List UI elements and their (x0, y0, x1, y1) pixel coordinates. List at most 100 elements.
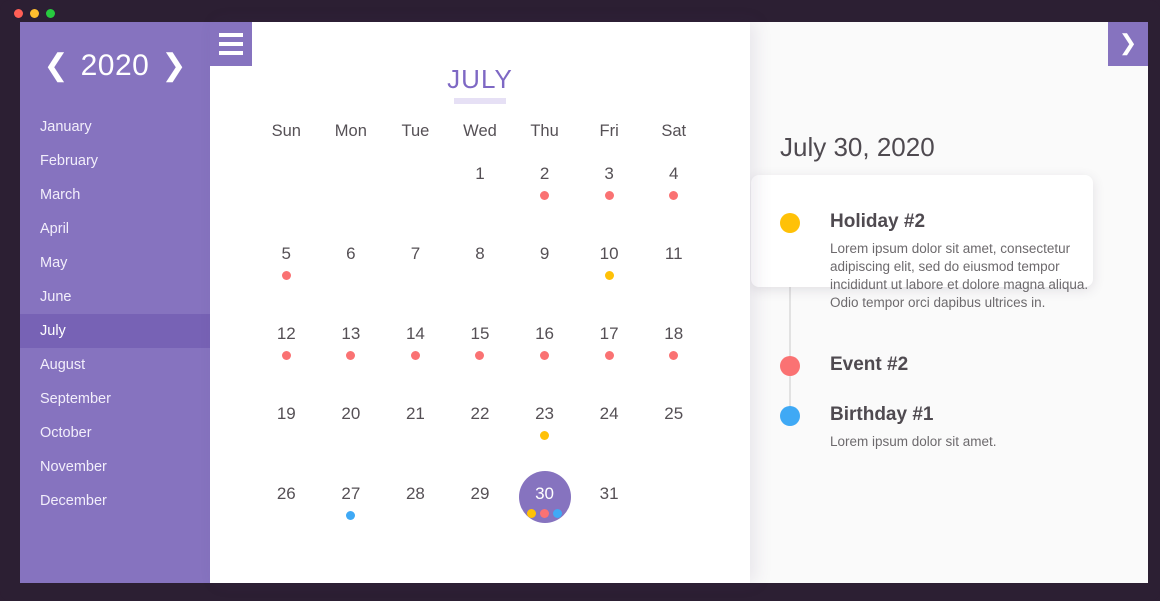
day-cell[interactable]: 21 (383, 403, 448, 483)
day-number: 22 (470, 404, 490, 423)
day-cell[interactable]: 28 (383, 483, 448, 563)
day-cell[interactable]: 30 (512, 471, 577, 563)
page-title: JULY (447, 64, 513, 94)
event-dot (669, 351, 679, 360)
day-number: 16 (535, 324, 555, 343)
year-navigator: ❮ 2020 ❯ (20, 22, 210, 110)
sidebar-item-january[interactable]: January (20, 110, 210, 144)
day-cell[interactable]: 3 (577, 163, 642, 243)
day-event-dots (669, 351, 679, 360)
sidebar-item-label: July (40, 323, 66, 339)
sidebar-item-april[interactable]: April (20, 212, 210, 246)
day-cell-empty (383, 163, 448, 243)
event-dot (604, 351, 614, 360)
day-cell[interactable]: 18 (641, 323, 706, 403)
day-cell[interactable]: 31 (577, 483, 642, 563)
day-cell[interactable]: 5 (254, 243, 319, 323)
day-cell[interactable]: 12 (254, 323, 319, 403)
day-cell[interactable]: 15 (448, 323, 513, 403)
day-number: 21 (405, 404, 425, 423)
day-number: 28 (405, 484, 425, 503)
sidebar-item-september[interactable]: September (20, 382, 210, 416)
sidebar-item-march[interactable]: March (20, 178, 210, 212)
day-cell[interactable]: 4 (641, 163, 706, 243)
sidebar: ❮ 2020 ❯ January February March April May Jun… (20, 22, 210, 583)
day-cell[interactable]: 8 (448, 243, 513, 323)
day-cell[interactable]: 9 (512, 243, 577, 323)
app-window: ❮ 2020 ❯ January February March April May Jun… (0, 0, 1160, 601)
next-panel-button[interactable]: ❯ (1108, 22, 1148, 66)
sidebar-item-may[interactable]: May (20, 246, 210, 280)
event-item[interactable]: Event #2 (780, 350, 1148, 380)
day-cell[interactable]: 25 (641, 403, 706, 483)
day-number: 7 (410, 244, 421, 263)
day-event-dots (346, 351, 356, 360)
event-dot (540, 509, 550, 518)
sidebar-item-november[interactable]: November (20, 450, 210, 484)
hamburger-icon[interactable] (210, 22, 252, 66)
day-cell[interactable]: 24 (577, 403, 642, 483)
day-number: 1 (475, 164, 485, 183)
event-dot (540, 351, 550, 360)
day-number: 15 (470, 324, 490, 343)
day-cell[interactable]: 1 (448, 163, 513, 243)
sidebar-item-august[interactable]: August (20, 348, 210, 382)
day-cell[interactable]: 7 (383, 243, 448, 323)
day-number: 14 (405, 324, 425, 343)
close-button[interactable] (14, 9, 23, 18)
event-description: Lorem ipsum dolor sit amet, consectetur … (830, 241, 1089, 310)
day-cell[interactable]: 22 (448, 403, 513, 483)
next-year-icon[interactable]: ❯ (161, 51, 186, 81)
day-event-dots (540, 191, 550, 200)
maximize-button[interactable] (46, 9, 55, 18)
event-dot (475, 351, 485, 360)
event-color-dot (780, 406, 800, 426)
sidebar-item-label: November (40, 459, 107, 475)
day-cell[interactable]: 17 (577, 323, 642, 403)
day-number: 26 (276, 484, 296, 503)
event-color-dot (780, 213, 800, 233)
day-number: 8 (475, 244, 485, 263)
day-number: 29 (470, 484, 490, 503)
sidebar-item-label: June (40, 289, 72, 305)
event-item[interactable]: Birthday #1 Lorem ipsum dolor sit amet. (780, 400, 1148, 451)
day-number: 9 (539, 244, 550, 263)
day-event-dots (527, 509, 563, 518)
event-title: Birthday #1 (830, 404, 934, 425)
day-number: 11 (664, 244, 683, 263)
day-event-dots (604, 271, 614, 280)
sidebar-item-july[interactable]: July (20, 314, 210, 348)
sidebar-item-february[interactable]: February (20, 144, 210, 178)
minimize-button[interactable] (30, 9, 39, 18)
day-cell[interactable]: 29 (448, 483, 513, 563)
sidebar-item-december[interactable]: December (20, 484, 210, 518)
event-dot (281, 271, 291, 280)
event-item[interactable]: Holiday #2 Lorem ipsum dolor sit amet, co… (751, 175, 1148, 330)
day-cell[interactable]: 19 (254, 403, 319, 483)
day-cell[interactable]: 6 (319, 243, 384, 323)
sidebar-item-label: October (40, 425, 92, 441)
hamburger-bar (219, 51, 243, 55)
day-cell[interactable]: 10 (577, 243, 642, 323)
day-cell[interactable]: 14 (383, 323, 448, 403)
day-number: 13 (341, 324, 361, 343)
day-cell[interactable]: 11 (641, 243, 706, 323)
sidebar-item-june[interactable]: June (20, 280, 210, 314)
day-cell[interactable]: 20 (319, 403, 384, 483)
sidebar-item-label: December (40, 493, 107, 509)
event-list: Holiday #2 Lorem ipsum dolor sit amet, co… (751, 175, 1148, 451)
day-cell[interactable]: 26 (254, 483, 319, 563)
weekday-label-tue: Tue (401, 122, 430, 140)
day-cell[interactable]: 2 (512, 163, 577, 243)
day-cell[interactable]: 27 (319, 483, 384, 563)
events-panel: July 30, 2020 Holiday #2 Lorem ipsum dolo… (750, 22, 1148, 583)
day-event-dots (346, 511, 356, 520)
day-cell[interactable]: 13 (319, 323, 384, 403)
day-cell[interactable]: 16 (512, 323, 577, 403)
weekday-label-fri: Fri (599, 122, 619, 140)
day-event-dots (475, 351, 485, 360)
day-event-dots (281, 351, 291, 360)
prev-year-icon[interactable]: ❮ (43, 51, 68, 81)
sidebar-item-october[interactable]: October (20, 416, 210, 450)
day-event-dots (281, 271, 291, 280)
